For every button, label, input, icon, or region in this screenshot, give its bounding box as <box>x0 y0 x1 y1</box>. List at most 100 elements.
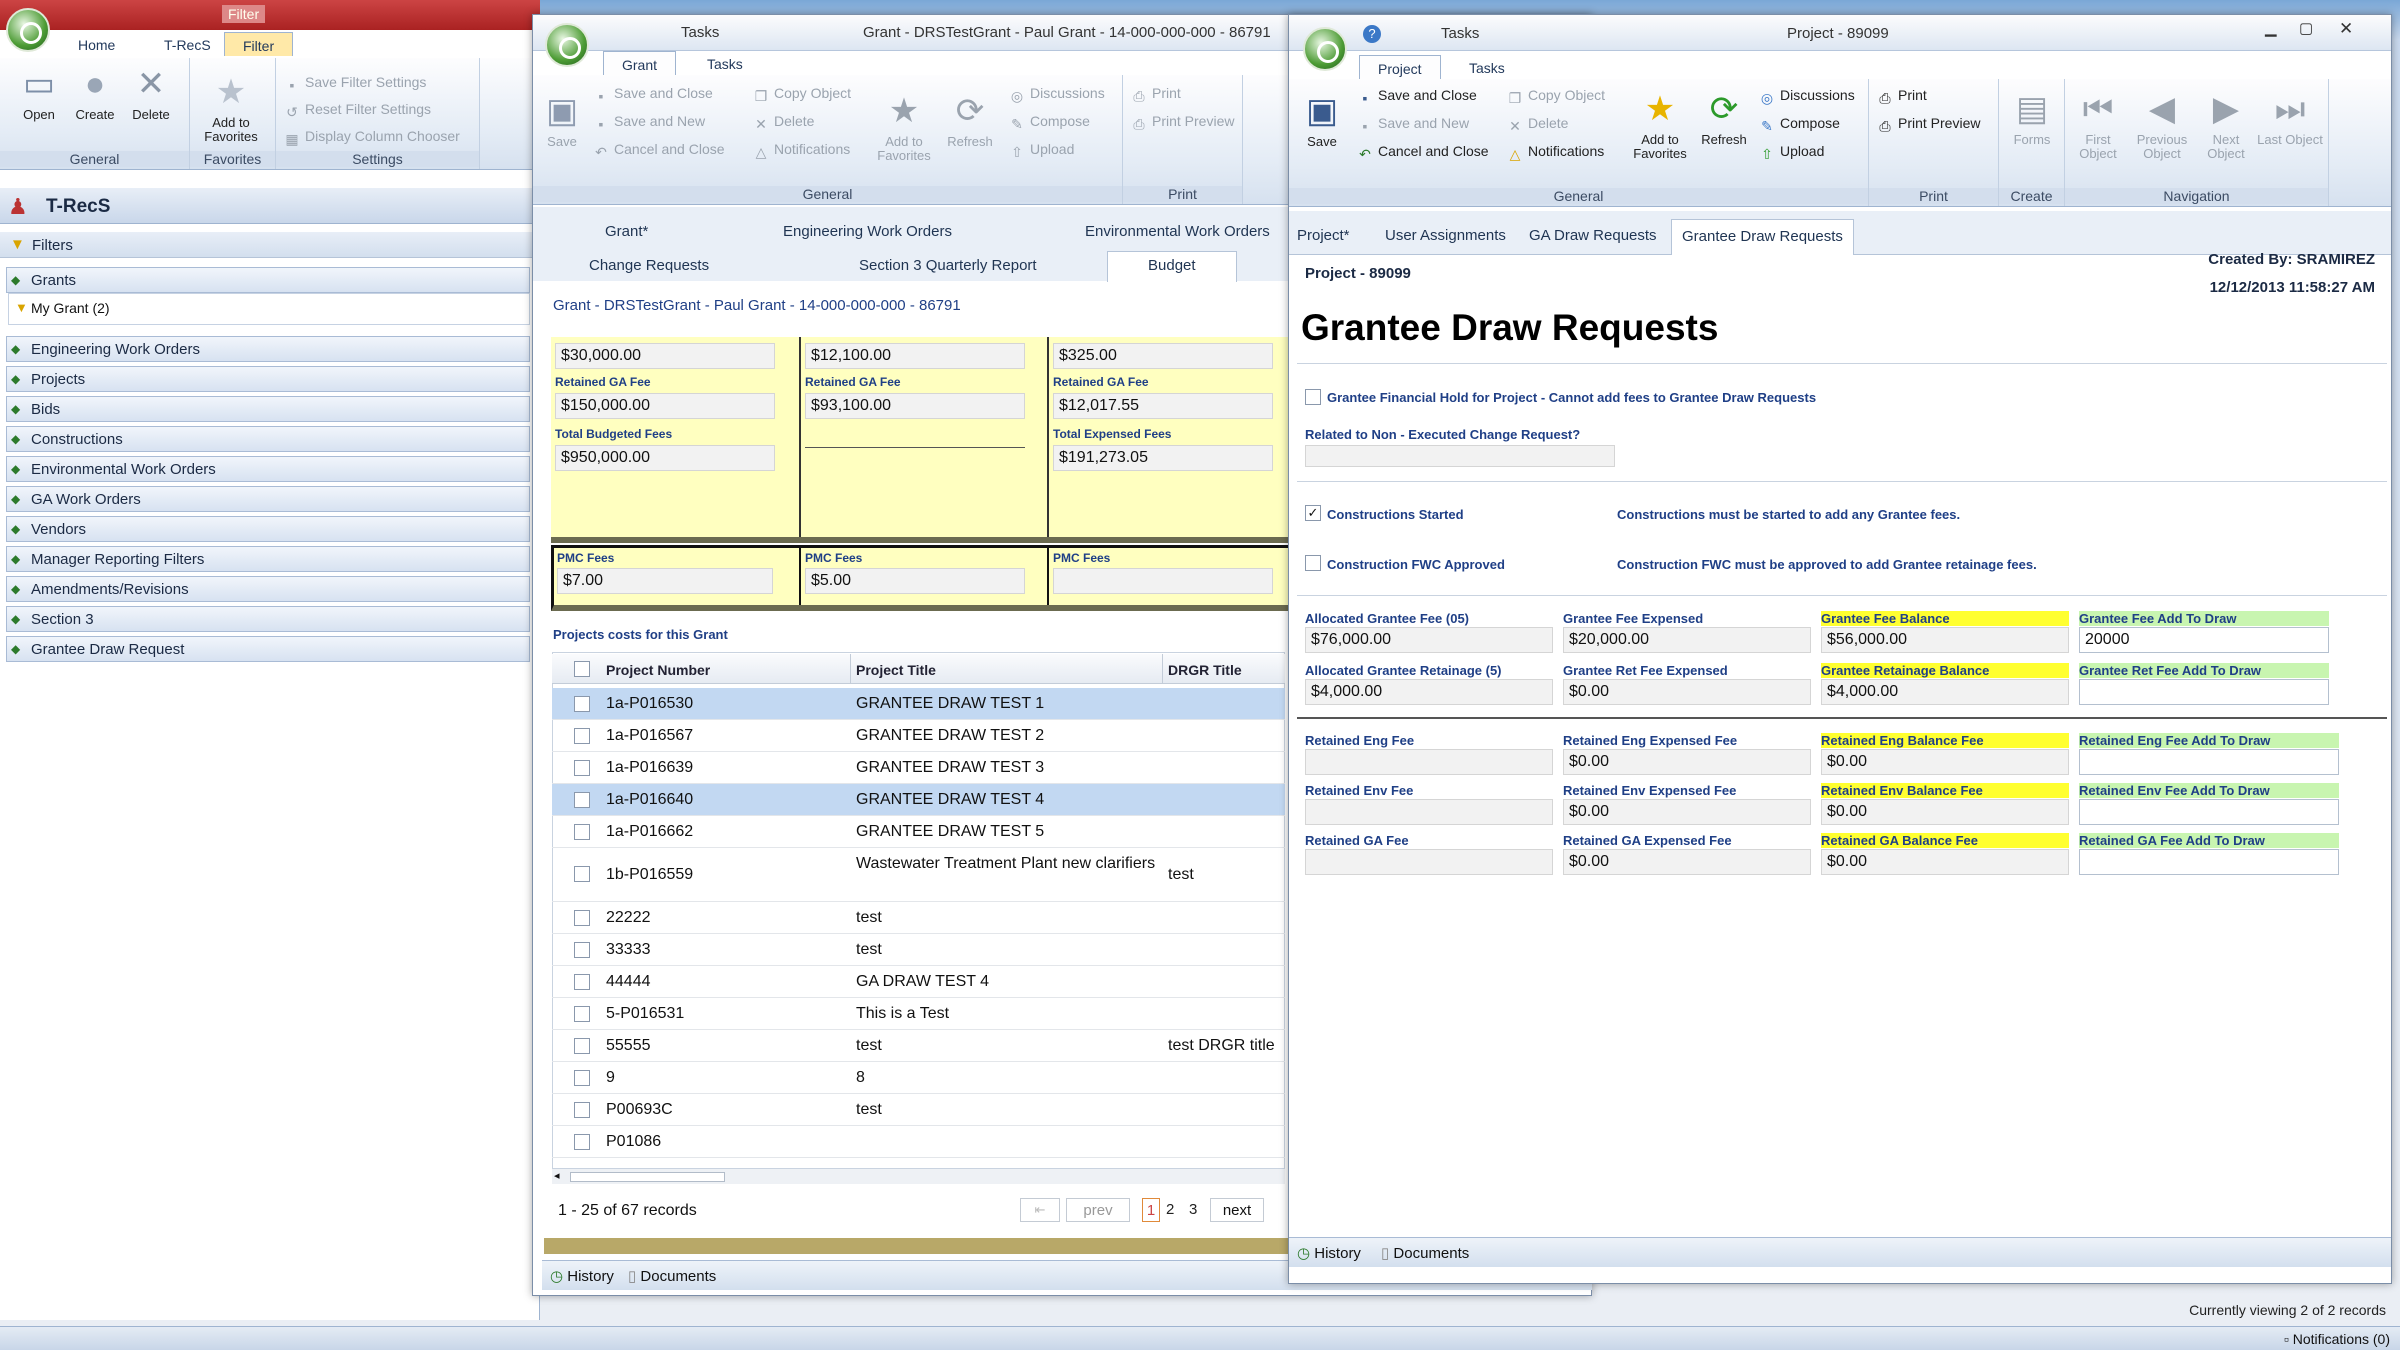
table-row[interactable]: 33333 test <box>552 934 1285 966</box>
project-history-tab[interactable]: ◷ History <box>1297 1244 1361 1262</box>
table-row[interactable]: P01086 <box>552 1126 1285 1158</box>
grant-add-favorites-button[interactable]: ★ Add to Favorites <box>871 91 937 163</box>
filters-header[interactable]: ▼ Filters <box>0 232 540 258</box>
prev-page-button[interactable]: prev <box>1066 1198 1130 1222</box>
nav-item-engineering-work-orders[interactable]: ◆ Engineering Work Orders <box>6 336 530 362</box>
header-checkbox[interactable] <box>574 661 590 677</box>
project-delete-button[interactable]: ✕ Delete <box>1507 115 1568 134</box>
row-checkbox[interactable] <box>574 1102 590 1118</box>
minimize-button[interactable]: ▁ <box>2265 19 2277 37</box>
table-row[interactable]: 1a-P016639 GRANTEE DRAW TEST 3 <box>552 752 1285 784</box>
nav-item-section-3[interactable]: ◆ Section 3 <box>6 606 530 632</box>
project-save-new-button[interactable]: ▪ Save and New <box>1357 115 1470 134</box>
tab-budget[interactable]: Budget <box>1107 251 1237 282</box>
help-icon[interactable]: ? <box>1363 25 1381 43</box>
grant-print-button[interactable]: ⎙ Print <box>1131 85 1180 104</box>
project-save-close-button[interactable]: ▪ Save and Close <box>1357 87 1477 106</box>
project-cancel-close-button[interactable]: ↶ Cancel and Close <box>1357 143 1488 162</box>
delete-button[interactable]: ✕ Delete <box>118 64 184 122</box>
tab-project-tasks[interactable]: Tasks <box>1451 55 1523 79</box>
project-print-button[interactable]: ⎙ Print <box>1877 87 1926 106</box>
tab-grantee-draw-requests[interactable]: Grantee Draw Requests <box>1671 219 1854 255</box>
grant-history-tab[interactable]: ◷ History <box>550 1267 614 1285</box>
grant-delete-button[interactable]: ✕ Delete <box>753 113 814 132</box>
tab-home[interactable]: Home <box>60 32 133 56</box>
grant-refresh-button[interactable]: ⟳ Refresh <box>937 91 1003 149</box>
nav-item-bids[interactable]: ◆ Bids <box>6 396 530 422</box>
project-add-favorites-button[interactable]: ★ Add to Favorites <box>1627 89 1693 161</box>
tab-change-requests[interactable]: Change Requests <box>589 257 709 274</box>
table-row[interactable]: 5-P016531 This is a Test <box>552 998 1285 1030</box>
related-field[interactable] <box>1305 445 1615 467</box>
row-checkbox[interactable] <box>574 696 590 712</box>
tab-grant-form[interactable]: Grant* <box>605 223 648 240</box>
first-page-button[interactable]: ⇤ <box>1020 1198 1060 1222</box>
grant-save-button[interactable]: ▣ Save <box>537 91 587 149</box>
notifications-status[interactable]: ▫ Notifications (0) <box>2284 1331 2390 1347</box>
table-hscroll[interactable]: ◂ <box>552 1168 1285 1184</box>
tab-trecs[interactable]: T-RecS <box>146 32 229 56</box>
nav-item-grants[interactable]: ◆ Grants <box>6 267 530 293</box>
env-add-input[interactable] <box>2079 799 2339 825</box>
fwc-approved-checkbox[interactable] <box>1305 555 1321 571</box>
page-1-button[interactable]: 1 <box>1142 1198 1160 1222</box>
maximize-button[interactable]: ▢ <box>2299 19 2313 37</box>
table-row[interactable]: 1a-P016530 GRANTEE DRAW TEST 1 <box>552 688 1285 720</box>
grant-discussions-button[interactable]: ◎ Discussions <box>1009 85 1105 104</box>
eng-add-input[interactable] <box>2079 749 2339 775</box>
grant-orb-button[interactable] <box>545 23 589 67</box>
nav-item-amendments-revisions[interactable]: ◆ Amendments/Revisions <box>6 576 530 602</box>
tab-user-assignments[interactable]: User Assignments <box>1385 227 1506 244</box>
grant-save-new-button[interactable]: ▪ Save and New <box>593 113 706 132</box>
my-grant-filter[interactable]: ▼ My Grant (2) <box>8 293 530 325</box>
project-notifications-button[interactable]: △ Notifications <box>1507 143 1605 162</box>
nav-item-manager-reporting-filters[interactable]: ◆ Manager Reporting Filters <box>6 546 530 572</box>
column-drgr-title[interactable]: DRGR Title <box>1168 662 1242 678</box>
project-print-preview-button[interactable]: ⎙ Print Preview <box>1877 115 1980 134</box>
tab-grant[interactable]: Grant <box>603 51 677 75</box>
project-discussions-button[interactable]: ◎ Discussions <box>1759 87 1855 106</box>
forms-button[interactable]: ▤ Forms <box>1999 89 2065 147</box>
tab-ga-draw-requests[interactable]: GA Draw Requests <box>1529 227 1657 244</box>
page-2-button[interactable]: 2 <box>1166 1201 1174 1218</box>
table-row[interactable]: 1a-P016640 GRANTEE DRAW TEST 4 <box>552 784 1285 816</box>
first-object-button[interactable]: ⏮ First Object <box>2065 89 2131 161</box>
table-row[interactable]: 44444 GA DRAW TEST 4 <box>552 966 1285 998</box>
grant-save-close-button[interactable]: ▪ Save and Close <box>593 85 713 104</box>
row-checkbox[interactable] <box>574 760 590 776</box>
project-title-tasks[interactable]: Tasks <box>1441 25 1479 42</box>
nav-item-ga-work-orders[interactable]: ◆ GA Work Orders <box>6 486 530 512</box>
nav-item-grantee-draw-request[interactable]: ◆ Grantee Draw Request <box>6 636 530 662</box>
tab-engineering-work-orders[interactable]: Engineering Work Orders <box>783 223 952 240</box>
constructions-started-checkbox[interactable]: ✓ <box>1305 505 1321 521</box>
scroll-thumb[interactable] <box>570 1172 725 1182</box>
hold-checkbox[interactable] <box>1305 389 1321 405</box>
grant-compose-button[interactable]: ✎ Compose <box>1009 113 1090 132</box>
row-checkbox[interactable] <box>574 1038 590 1054</box>
row-checkbox[interactable] <box>574 942 590 958</box>
table-row[interactable]: 98 <box>552 1062 1285 1094</box>
row-checkbox[interactable] <box>574 866 590 882</box>
row-checkbox[interactable] <box>574 1006 590 1022</box>
project-documents-tab[interactable]: ▯ Documents <box>1381 1244 1469 1262</box>
tab-filter[interactable]: Filter <box>224 32 294 56</box>
grant-notifications-button[interactable]: △ Notifications <box>753 141 851 160</box>
tab-project[interactable]: Project <box>1359 55 1441 79</box>
scroll-left-icon[interactable]: ◂ <box>554 1169 560 1182</box>
table-row[interactable]: P00693C test <box>552 1094 1285 1126</box>
display-column-chooser-button[interactable]: ▦ Display Column Chooser <box>284 128 459 147</box>
tab-section-3-quarterly-report[interactable]: Section 3 Quarterly Report <box>859 257 1037 274</box>
row-checkbox[interactable] <box>574 974 590 990</box>
project-orb-button[interactable] <box>1303 27 1347 71</box>
save-filter-settings-button[interactable]: ▪ Save Filter Settings <box>284 74 427 93</box>
table-row[interactable]: 22222 test <box>552 902 1285 934</box>
project-save-button[interactable]: ▣ Save <box>1293 91 1351 149</box>
column-project-title[interactable]: Project Title <box>856 662 936 678</box>
column-project-number[interactable]: Project Number <box>606 662 710 678</box>
project-compose-button[interactable]: ✎ Compose <box>1759 115 1840 134</box>
close-button[interactable]: ✕ <box>2339 19 2353 39</box>
grant-copy-object-button[interactable]: ❐ Copy Object <box>753 85 851 104</box>
table-row[interactable]: 1b-P016559 Wastewater Treatment Plant new… <box>552 848 1285 902</box>
add-to-favorites-button[interactable]: ★ Add to Favorites <box>198 72 264 144</box>
grant-title-tasks[interactable]: Tasks <box>681 24 719 41</box>
